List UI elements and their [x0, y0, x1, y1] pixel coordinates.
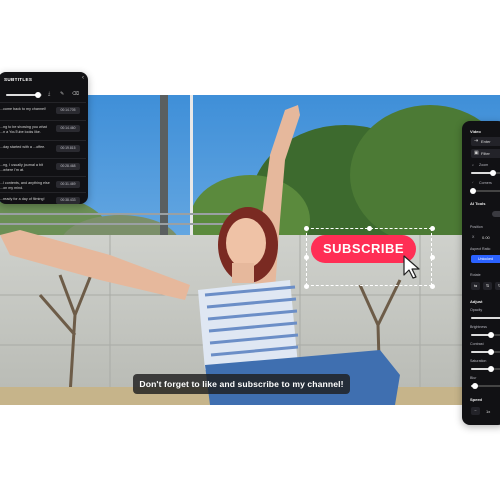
subtitle-row-text: ...ng, I usually journal a bit ...where … — [0, 163, 43, 172]
saturation-slider-knob[interactable] — [488, 366, 494, 372]
subtitle-row-text: ...ng to be showing you what ...n a YouT… — [0, 125, 47, 134]
flip-horizontal-icon[interactable]: ⇆ — [471, 282, 480, 290]
subtitle-row[interactable]: ...ready for a day of filming! 00:38.433 — [0, 192, 86, 204]
filter-icon: ▣ — [474, 150, 479, 156]
subtitle-row[interactable]: ...ng, I usually journal a bit ...where … — [0, 158, 86, 178]
opacity-slider[interactable] — [471, 317, 500, 319]
download-icon[interactable]: ⤓ — [48, 91, 50, 97]
corners-icon: ◜ — [472, 181, 474, 185]
aspect-ratio-label: Aspect Ratio — [470, 247, 491, 251]
transition-icon: ⇥ — [474, 138, 479, 144]
contrast-label: Contrast — [470, 342, 484, 346]
delete-icon[interactable]: ⌫ — [72, 91, 79, 97]
resize-handle-top-left[interactable] — [304, 226, 309, 231]
brightness-label: Brightness — [470, 325, 487, 329]
subtitles-toolbar: ⤓ ✎ ⌫ — [2, 91, 84, 99]
blur-slider[interactable] — [471, 383, 500, 389]
blur-slider-knob[interactable] — [472, 383, 478, 389]
contrast-slider-knob[interactable] — [488, 349, 494, 355]
opacity-label: Opacity — [470, 308, 483, 312]
subtitle-row-time[interactable]: 00:28.468 — [56, 163, 80, 170]
resize-handle-bottom-right[interactable] — [430, 284, 435, 289]
adjust-heading: Adjust — [470, 299, 483, 304]
zoom-slider-knob[interactable] — [490, 170, 496, 176]
resize-handle-top-right[interactable] — [430, 226, 435, 231]
chevron-left-icon[interactable]: ‹ — [82, 75, 84, 81]
subtitle-row-time[interactable]: 00:31.469 — [56, 181, 80, 188]
saturation-label: Saturation — [470, 359, 487, 363]
resize-handle-right[interactable] — [430, 255, 435, 260]
speed-decrease-button[interactable]: − — [471, 407, 480, 415]
corners-label: Corners — [479, 181, 492, 185]
position-x-value[interactable]: 0.00 — [482, 235, 490, 240]
video-section-heading: Video — [470, 129, 481, 134]
blur-label: Blur — [470, 376, 477, 380]
subtitle-row-time[interactable]: 00:14.705 — [56, 107, 80, 114]
properties-panel: Video ⇥ Enter ▣ Filter ⌕ Zoom ◜ Corners … — [462, 121, 500, 425]
resize-handle-bottom-left[interactable] — [304, 284, 309, 289]
subtitles-panel-title: SUBTITLES — [4, 77, 33, 82]
zoom-icon: ⌕ — [472, 163, 475, 167]
subtitle-row[interactable]: ...ng to be showing you what ...n a YouT… — [0, 120, 86, 140]
resize-handle-top[interactable] — [367, 226, 372, 231]
subtitle-row[interactable]: ...come back to my channel! 00:14.705 — [0, 102, 86, 122]
corners-slider[interactable] — [470, 188, 500, 194]
enter-button[interactable]: ⇥ Enter — [471, 137, 500, 146]
subtitle-row[interactable]: ...day started with a ...offee. 00:19.81… — [0, 140, 86, 160]
rotate-label: Rotate — [470, 273, 481, 277]
subtitle-row-text: ...ready for a day of filming! — [0, 197, 45, 201]
subtitle-row-text: ...day started with a ...offee. — [0, 145, 46, 149]
ai-tool-toggle[interactable] — [492, 211, 500, 217]
aspect-ratio-select[interactable]: Unlocked — [471, 255, 500, 263]
zoom-label: Zoom — [479, 163, 489, 167]
corners-slider-knob[interactable] — [470, 188, 476, 194]
subtitles-panel: SUBTITLES ‹ ⤓ ✎ ⌫ ...come back to my cha… — [0, 72, 88, 204]
rotate-icon[interactable]: ↻ — [495, 282, 500, 290]
subtitle-row-time[interactable]: 00:19.815 — [56, 145, 80, 152]
filter-button[interactable]: ▣ Filter — [471, 149, 500, 158]
subtitle-row-text: ...come back to my channel! — [0, 107, 46, 111]
zoom-slider[interactable] — [471, 170, 500, 176]
subtitle-caption[interactable]: Don't forget to like and subscribe to my… — [133, 374, 350, 394]
subtitle-row-text: ...l contents, and anything else ...on m… — [0, 181, 50, 190]
flip-vertical-icon[interactable]: ⇅ — [483, 282, 492, 290]
subtitle-row-time[interactable]: 00:38.433 — [56, 197, 80, 204]
ai-tools-heading: AI Tools — [470, 201, 486, 206]
saturation-slider[interactable] — [471, 366, 500, 372]
resize-handle-left[interactable] — [304, 255, 309, 260]
brightness-slider-knob[interactable] — [488, 332, 494, 338]
subscribe-sticker[interactable]: SUBSCRIBE — [311, 235, 416, 263]
speed-label: Speed — [470, 397, 483, 402]
speed-value[interactable]: 1x — [486, 409, 490, 414]
contrast-slider[interactable] — [471, 349, 500, 355]
edit-icon[interactable]: ✎ — [60, 91, 64, 97]
mouse-cursor-icon — [403, 255, 420, 279]
brightness-slider[interactable] — [471, 332, 500, 338]
position-label: Position — [470, 225, 483, 229]
editor-canvas: SUBSCRIBE Don't forget to like and subsc… — [0, 0, 500, 500]
subtitle-row-time[interactable]: 00:14.460 — [56, 125, 80, 132]
opacity-slider-fill — [471, 317, 500, 319]
position-x-label: X — [472, 235, 475, 239]
slider-knob[interactable] — [35, 92, 41, 98]
